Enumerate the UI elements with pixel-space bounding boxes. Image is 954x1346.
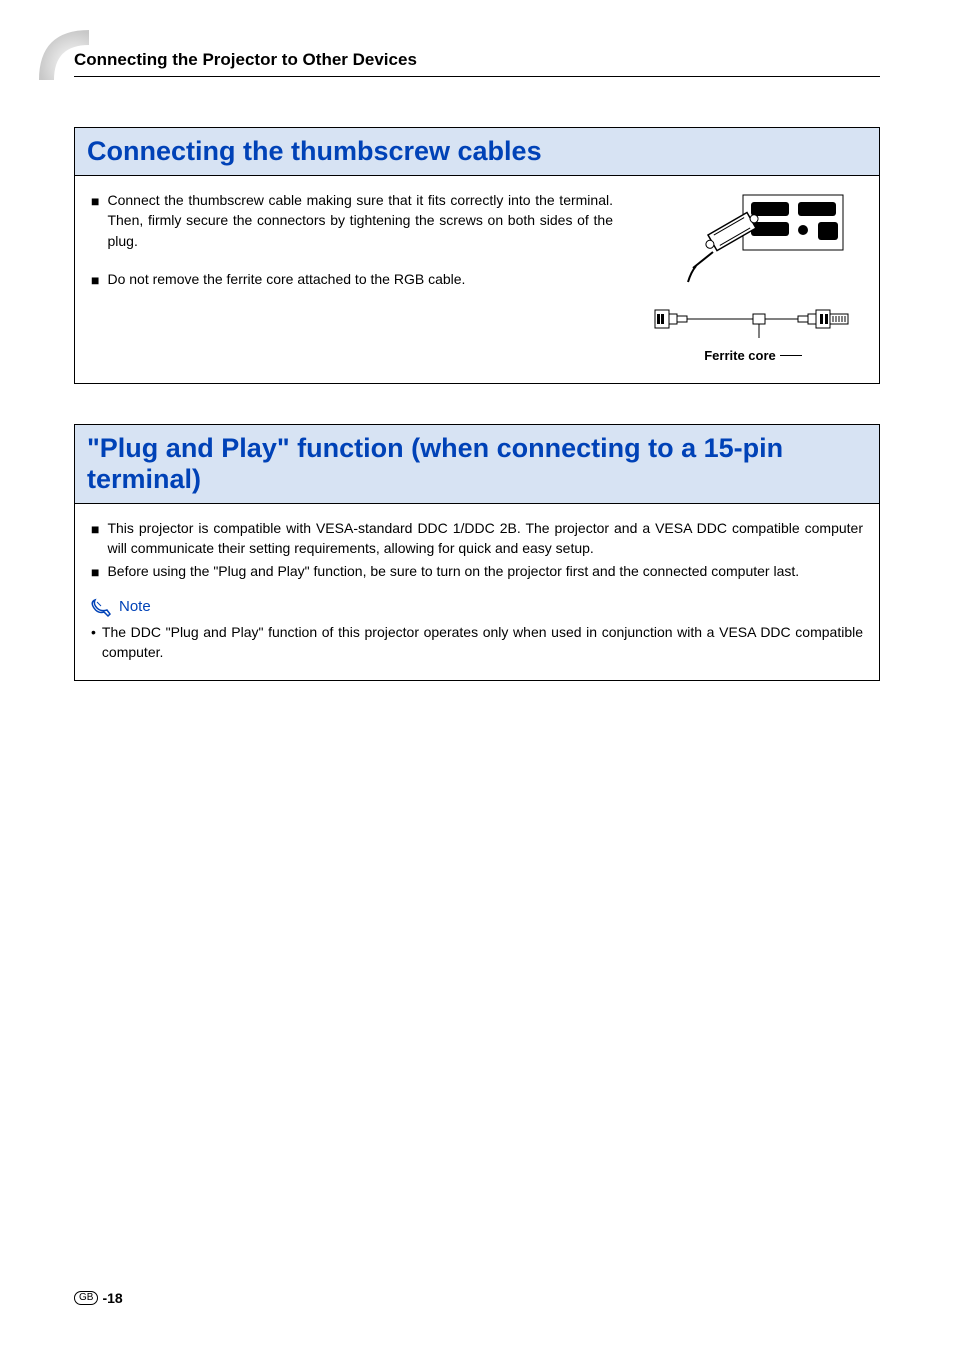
plug-and-play-box-header: "Plug and Play" function (when connectin… (75, 425, 879, 504)
thumbscrew-box: Connecting the thumbscrew cables ■ Conne… (74, 127, 880, 384)
bullet-item: ■ Do not remove the ferrite core attache… (91, 269, 613, 290)
page-footer: GB -18 (74, 1290, 123, 1306)
note-label: Note (119, 598, 151, 615)
note-text: The DDC "Plug and Play" function of this… (102, 622, 863, 663)
bullet-item: ■ Before using the "Plug and Play" funct… (91, 561, 863, 582)
section-title: Connecting the Projector to Other Device… (74, 50, 880, 77)
region-badge: GB (74, 1291, 98, 1305)
dot-bullet-icon: • (91, 622, 96, 642)
plug-and-play-title: "Plug and Play" function (when connectin… (87, 433, 867, 495)
bullet-text: Connect the thumbscrew cable making sure… (107, 190, 613, 251)
note-header: Note (91, 596, 863, 618)
label-leader-line (780, 355, 802, 356)
thumbscrew-box-header: Connecting the thumbscrew cables (75, 128, 879, 176)
square-bullet-icon: ■ (91, 191, 99, 211)
bullet-text: This projector is compatible with VESA-s… (107, 518, 863, 559)
ferrite-core-label: Ferrite core (704, 348, 776, 363)
note-icon (91, 596, 113, 618)
cable-diagram (653, 300, 853, 340)
page-header: Connecting the Projector to Other Device… (74, 50, 880, 77)
plug-and-play-box: "Plug and Play" function (when connectin… (74, 424, 880, 681)
bullet-text: Before using the "Plug and Play" functio… (107, 561, 799, 581)
page-number: -18 (102, 1290, 122, 1306)
note-bullet: • The DDC "Plug and Play" function of th… (91, 622, 863, 663)
bullet-item: ■ Connect the thumbscrew cable making su… (91, 190, 613, 251)
square-bullet-icon: ■ (91, 562, 99, 582)
bullet-item: ■ This projector is compatible with VESA… (91, 518, 863, 559)
square-bullet-icon: ■ (91, 270, 99, 290)
thumbscrew-title: Connecting the thumbscrew cables (87, 136, 867, 167)
connector-diagram (653, 190, 853, 290)
corner-decoration (34, 25, 94, 85)
square-bullet-icon: ■ (91, 519, 99, 539)
bullet-text: Do not remove the ferrite core attached … (107, 269, 465, 289)
